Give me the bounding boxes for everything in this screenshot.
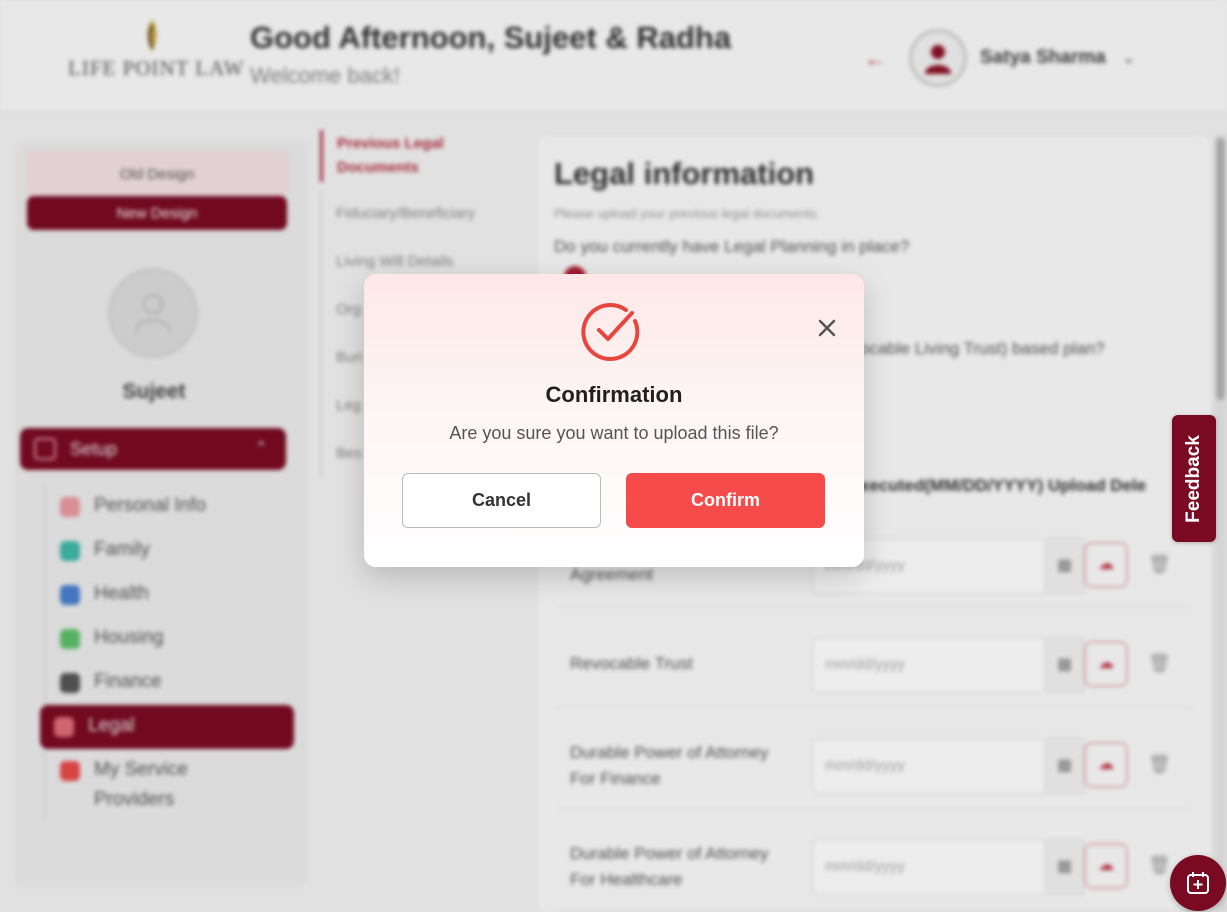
- confirm-button[interactable]: Confirm: [626, 473, 825, 528]
- feedback-label: Feedback: [1183, 434, 1204, 523]
- calendar-plus-icon: [1187, 872, 1209, 894]
- check-circle-icon: [581, 303, 640, 361]
- add-event-button[interactable]: [1170, 855, 1226, 911]
- cancel-button[interactable]: Cancel: [402, 473, 601, 528]
- dialog-message: Are you sure you want to upload this fil…: [449, 423, 779, 443]
- feedback-tab[interactable]: Feedback: [1172, 415, 1216, 542]
- dialog-title: Confirmation: [545, 382, 683, 407]
- close-icon[interactable]: [816, 317, 838, 339]
- confirmation-dialog: Confirmation Are you sure you want to up…: [364, 274, 864, 567]
